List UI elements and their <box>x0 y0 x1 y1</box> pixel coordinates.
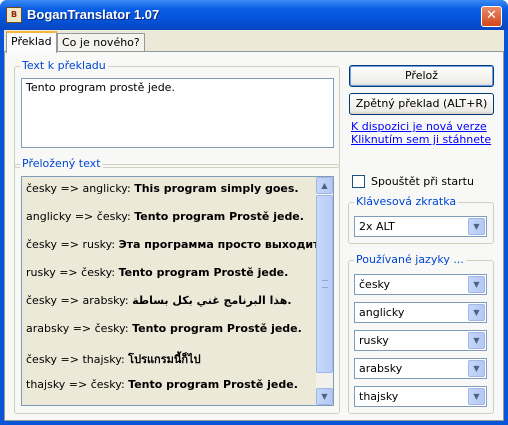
language-value: česky <box>359 278 391 291</box>
tab-translate[interactable]: Překlad <box>6 31 57 53</box>
chevron-down-icon[interactable]: ▼ <box>468 388 485 405</box>
language-select-2[interactable]: anglicky ▼ <box>354 302 487 323</box>
scroll-down-button[interactable]: ▼ <box>316 388 333 405</box>
window-title: BoganTranslator 1.07 <box>27 7 160 22</box>
source-text: Tento program prostě jede. <box>26 81 175 94</box>
source-group: Text k překladu Tento program prostě jed… <box>14 59 340 168</box>
scroll-down-icon: ▼ <box>321 392 328 401</box>
language-select-3[interactable]: rusky ▼ <box>354 330 487 351</box>
result-row: arabsky => česky: Tento program Prostě j… <box>26 322 302 335</box>
close-button[interactable]: ✕ <box>481 6 502 27</box>
scroll-thumb[interactable] <box>316 195 333 373</box>
results-list[interactable]: česky => anglicky: This program simply g… <box>21 176 334 406</box>
startup-label: Spouštět při startu <box>371 175 474 188</box>
tab-bar: Překlad Co je nového? <box>4 30 504 53</box>
hotkey-select[interactable]: 2x ALT ▼ <box>354 216 487 237</box>
results-group-title: Přeložený text <box>20 157 103 170</box>
source-text-input[interactable]: Tento program prostě jede. <box>21 78 334 148</box>
chevron-down-icon[interactable]: ▼ <box>468 276 485 293</box>
back-translate-button[interactable]: Zpětný překlad (ALT+R) <box>349 93 494 115</box>
results-scrollbar[interactable]: ▲ ▼ <box>316 177 333 405</box>
app-window: B BoganTranslator 1.07 ✕ Překlad Co je n… <box>0 0 508 425</box>
result-row: česky => arabsky: هذا البرنامج غني بكل ب… <box>26 294 292 307</box>
scroll-grip-icon <box>322 280 328 288</box>
translate-panel: Text k překladu Tento program prostě jed… <box>4 51 504 421</box>
result-row: česky => anglicky: This program simply g… <box>26 182 299 195</box>
results-group: Přeložený text česky => anglicky: This p… <box>14 157 340 414</box>
startup-checkbox[interactable] <box>352 175 365 188</box>
language-value: rusky <box>359 334 389 347</box>
language-value: arabsky <box>359 362 403 375</box>
languages-group-title: Používané jazyky ... <box>354 253 466 266</box>
close-icon: ✕ <box>486 8 497 23</box>
update-link-line2[interactable]: Kliknutím sem ji stáhnete <box>351 133 491 146</box>
app-icon: B <box>6 7 22 23</box>
language-select-5[interactable]: thajsky ▼ <box>354 386 487 407</box>
languages-group: Používané jazyky ... česky ▼ anglicky ▼ … <box>348 253 494 414</box>
language-value: thajsky <box>359 390 399 403</box>
result-row: anglicky => česky: Tento program Prostě … <box>26 210 304 223</box>
translate-button[interactable]: Přelož <box>349 65 494 87</box>
hotkey-value: 2x ALT <box>359 220 395 233</box>
hotkey-group-title: Klávesová zkratka <box>354 195 459 208</box>
hotkey-group: Klávesová zkratka 2x ALT ▼ <box>348 195 494 244</box>
chevron-down-icon[interactable]: ▼ <box>468 218 485 235</box>
chevron-down-icon[interactable]: ▼ <box>468 360 485 377</box>
result-row: česky => thajsky: โปรแกรมนี้ก็ไป <box>26 353 201 366</box>
language-select-1[interactable]: česky ▼ <box>354 274 487 295</box>
chevron-down-icon[interactable]: ▼ <box>468 304 485 321</box>
chevron-down-icon[interactable]: ▼ <box>468 332 485 349</box>
title-bar[interactable]: B BoganTranslator 1.07 ✕ <box>0 0 508 30</box>
scroll-up-button[interactable]: ▲ <box>316 177 333 194</box>
tab-whats-new[interactable]: Co je nového? <box>57 33 145 52</box>
language-value: anglicky <box>359 306 405 319</box>
scroll-up-icon: ▲ <box>321 181 328 190</box>
result-row: thajsky => česky: Tento program Prostě j… <box>26 378 298 391</box>
result-row: rusky => česky: Tento program Prostě jed… <box>26 266 289 279</box>
result-row: česky => rusky: Эта программа просто вых… <box>26 238 324 251</box>
language-select-4[interactable]: arabsky ▼ <box>354 358 487 379</box>
update-link-line1[interactable]: K dispozici je nová verze <box>351 120 487 133</box>
source-group-title: Text k překladu <box>20 59 108 72</box>
client-area: Překlad Co je nového? Text k překladu Te… <box>4 30 504 421</box>
